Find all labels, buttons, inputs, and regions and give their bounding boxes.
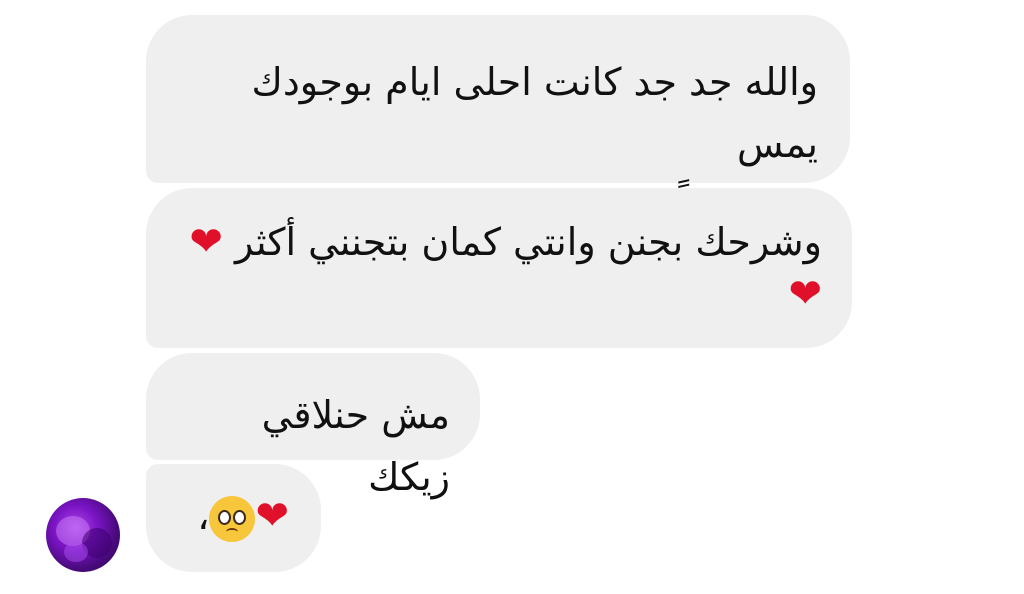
heart-icon: ❤ (788, 271, 822, 317)
message-text: وشرحك بجنن وانتي كمان بتجنني أكثر ❤ ❤ (186, 216, 822, 320)
heart-icon: ❤ (255, 493, 289, 539)
message-bubble-1[interactable]: والله جد جد كانت احلى ايام بوجودك يمس وا… (146, 15, 850, 228)
message-bubble-4[interactable]: ❤ ، (146, 464, 321, 572)
message-bubble-3[interactable]: مش حنلاقي زيكك (146, 353, 480, 499)
heart-icon: ❤ (189, 219, 223, 265)
message-text: ❤ ، (174, 490, 289, 542)
avatar[interactable] (46, 498, 120, 572)
message-text-content: ، (197, 494, 210, 538)
message-bubble-2[interactable]: وشرحك بجنن وانتي كمان بتجنني أكثر ❤ ❤ (146, 188, 852, 348)
message-text-content: وشرحك بجنن وانتي كمان بتجنني أكثر (235, 220, 822, 264)
pleading-face-icon (209, 495, 256, 542)
